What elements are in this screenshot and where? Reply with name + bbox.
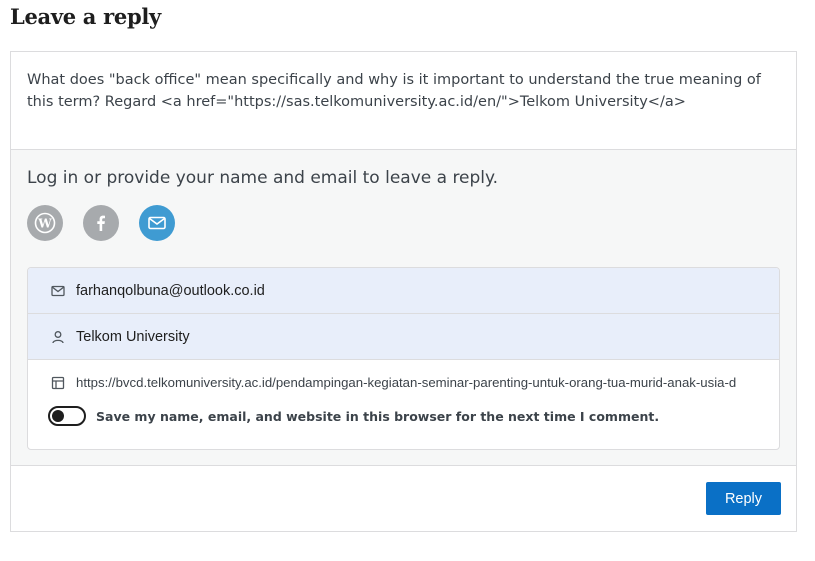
name-value: Telkom University	[76, 328, 190, 345]
website-value: https://bvcd.telkomuniversity.ac.id/pend…	[76, 375, 737, 390]
save-info-label: Save my name, email, and website in this…	[96, 408, 660, 424]
facebook-icon	[97, 215, 105, 231]
name-field[interactable]: Telkom University	[28, 314, 779, 360]
save-info-row: Save my name, email, and website in this…	[48, 406, 659, 426]
wordpress-login-button[interactable]: W	[27, 205, 63, 241]
login-prompt: Log in or provide your name and email to…	[27, 168, 499, 188]
email-field[interactable]: farhanqolbuna@outlook.co.id	[28, 268, 779, 314]
mail-icon	[50, 283, 66, 299]
comment-form: What does "back office" mean specificall…	[10, 51, 797, 532]
comment-textarea[interactable]: What does "back office" mean specificall…	[11, 52, 796, 149]
person-icon	[50, 329, 66, 345]
toggle-knob	[52, 410, 64, 422]
facebook-login-button[interactable]	[83, 205, 119, 241]
page-title: Leave a reply	[10, 4, 161, 29]
website-icon	[50, 375, 66, 391]
reply-button[interactable]: Reply	[706, 482, 781, 515]
email-icon	[148, 216, 166, 230]
identity-section: Log in or provide your name and email to…	[11, 149, 796, 466]
svg-text:W: W	[37, 217, 52, 231]
save-info-toggle[interactable]	[48, 406, 86, 426]
email-login-button[interactable]	[139, 205, 175, 241]
identity-fields: farhanqolbuna@outlook.co.id Telkom Unive…	[27, 267, 780, 450]
wordpress-icon: W	[34, 212, 56, 234]
website-field[interactable]: https://bvcd.telkomuniversity.ac.id/pend…	[28, 360, 779, 405]
email-value: farhanqolbuna@outlook.co.id	[76, 282, 265, 299]
